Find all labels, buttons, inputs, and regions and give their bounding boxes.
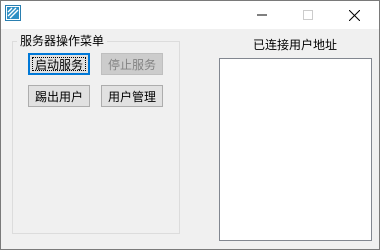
stop-service-button: 停止服务 [101,53,163,75]
server-menu-title: 服务器操作菜单 [17,33,108,49]
stop-service-label: 停止服务 [107,57,156,72]
close-icon [348,9,360,21]
kick-user-label: 踢出用户 [34,89,83,104]
connected-users-list[interactable] [219,58,372,241]
minimize-icon [257,14,267,16]
app-icon [5,5,21,21]
focus-ring [32,57,86,71]
title-bar[interactable] [1,1,379,29]
kick-user-button[interactable]: 踢出用户 [28,85,90,107]
user-management-button[interactable]: 用户管理 [101,85,163,107]
minimize-button[interactable] [239,1,285,29]
user-management-label: 用户管理 [107,89,156,104]
connected-users-label: 已连接用户地址 [252,38,337,52]
client-area: 服务器操作菜单 启动服务 停止服务 踢出用户 用户管理 已连接用户地址 [1,29,379,249]
main-window: 服务器操作菜单 启动服务 停止服务 踢出用户 用户管理 已连接用户地址 [0,0,380,250]
maximize-icon [303,10,313,20]
close-button[interactable] [331,1,377,29]
start-service-button[interactable]: 启动服务 [28,53,90,75]
maximize-button [285,1,331,29]
